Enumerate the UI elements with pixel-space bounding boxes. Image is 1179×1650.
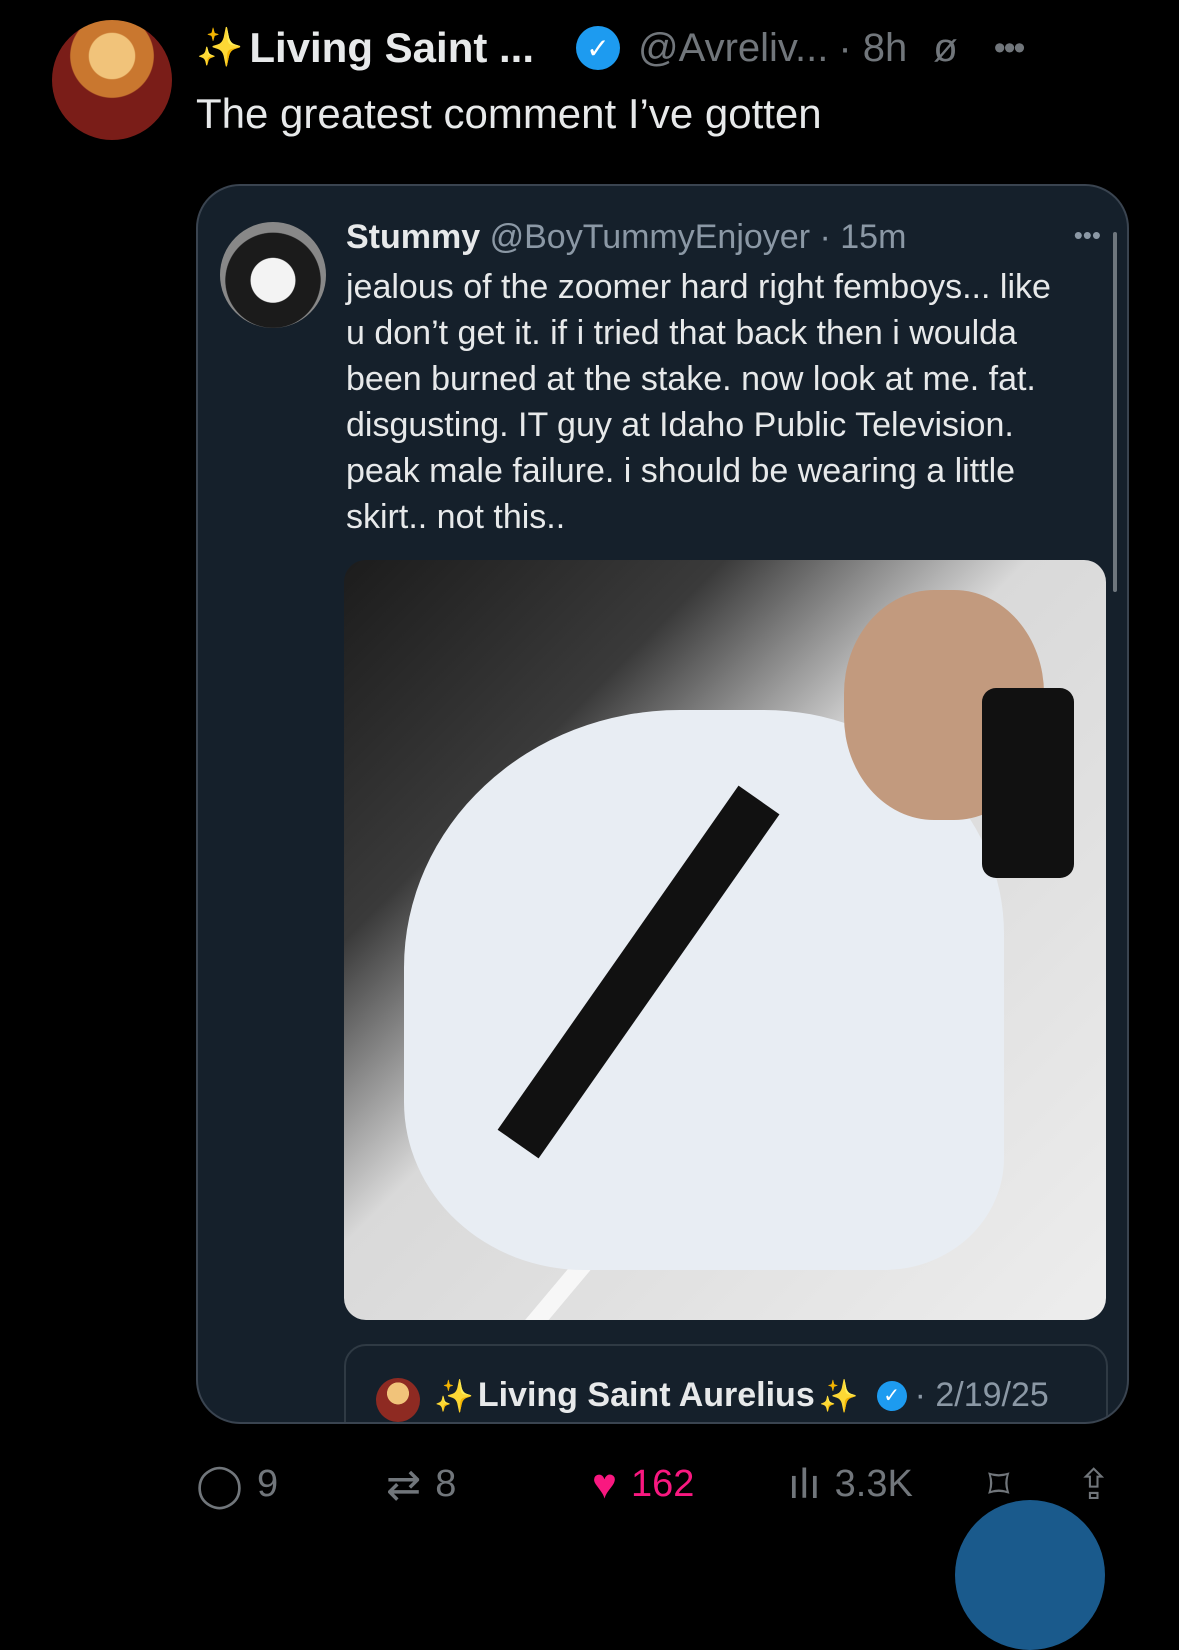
repost-count: 8 [435,1463,457,1505]
grok-icon[interactable]: ø [933,26,957,71]
like-button[interactable]: ♥ 162 [592,1460,694,1508]
sparkle-icon: ✨ [818,1377,859,1414]
more-options-icon[interactable]: ••• [994,29,1026,68]
post-time[interactable]: · 8h [838,26,907,71]
author-display-name[interactable]: Living Saint ... [249,24,534,72]
quote-header: Stummy @BoyTummyEnjoyer · 15m [346,218,906,257]
quote-author-name[interactable]: Stummy [346,218,480,256]
quote-time: · 15m [819,218,907,256]
quote-author-handle[interactable]: @BoyTummyEnjoyer [490,218,810,256]
author-avatar[interactable] [52,20,172,140]
sparkle-icon: ✨ [196,27,244,69]
nested-quote[interactable]: ✨ Living Saint Aurelius ✨ ✓ · 2/19/25 [344,1344,1108,1422]
like-count: 162 [630,1462,695,1505]
author-handle[interactable]: @Avreliv... [638,26,828,71]
nested-author-avatar [376,1378,420,1422]
verified-badge-icon: ✓ [876,1380,907,1411]
reply-count: 9 [257,1463,279,1505]
sparkle-icon: ✨ [434,1377,474,1414]
verified-badge-icon: ✓ [576,26,621,70]
views-button[interactable]: ılı 3.3K [788,1460,913,1508]
nested-date: · 2/19/25 [914,1376,1049,1414]
quote-more-icon[interactable]: ••• [1074,220,1101,251]
post-text: The greatest comment I’ve gotten [196,90,822,137]
scrollbar[interactable] [1113,232,1117,592]
reply-icon: ◯ [196,1461,244,1508]
quoted-post-card[interactable]: Stummy @BoyTummyEnjoyer · 15m ••• jealou… [196,184,1129,1424]
views-icon: ılı [788,1460,821,1507]
action-bar: ◯ 9 ⇄ 8 ♥ 162 ılı 3.3K ⌑ ⇪ [196,1460,1126,1520]
reply-button[interactable]: ◯ 9 [196,1460,278,1509]
compose-button[interactable] [955,1500,1105,1650]
share-button[interactable]: ⇪ [1076,1460,1125,1509]
repost-button[interactable]: ⇄ 8 [386,1460,456,1509]
phone-shape [982,688,1074,878]
nested-header: ✨ Living Saint Aurelius ✨ ✓ · 2/19/25 [434,1376,1049,1415]
nested-author-name: Living Saint Aurelius [477,1376,815,1414]
heart-icon: ♥ [592,1460,617,1507]
quote-photo[interactable] [344,560,1106,1320]
quote-text: jealous of the zoomer hard right femboys… [346,268,1051,536]
repost-icon: ⇄ [386,1461,422,1508]
bookmark-icon: ⌑ [988,1461,1010,1508]
views-count: 3.3K [834,1462,913,1505]
share-icon: ⇪ [1076,1461,1112,1508]
post-header: ✨ Living Saint ... ✓ @Avreliv... · 8h ø … [196,18,1026,78]
quote-author-avatar[interactable] [220,222,326,328]
